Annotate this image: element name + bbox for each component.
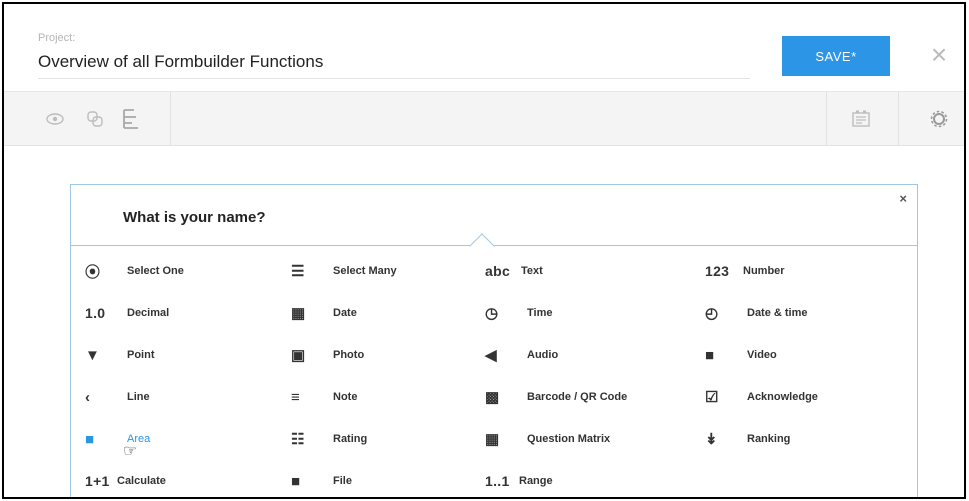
type-rating[interactable]: ☷ Rating xyxy=(291,425,367,453)
type-label: Audio xyxy=(527,349,559,361)
ranking-icon: ↡ xyxy=(705,431,718,448)
type-label: Note xyxy=(333,391,358,403)
calculate-icon: 1+1 xyxy=(85,473,110,489)
map-pin-icon: ▼ xyxy=(85,346,100,364)
toolbar xyxy=(4,92,964,146)
toolbar-divider xyxy=(898,92,899,146)
title-underline xyxy=(38,78,750,79)
type-label: Point xyxy=(127,349,155,361)
type-ranking[interactable]: ↡ Ranking xyxy=(705,425,790,453)
clock-icon: ◷ xyxy=(485,305,499,322)
type-point[interactable]: ▼ Point xyxy=(85,341,155,369)
file-icon: ■ xyxy=(291,472,301,490)
type-label: Acknowledge xyxy=(747,391,818,403)
type-video[interactable]: ■ Video xyxy=(705,341,777,369)
type-label: Select One xyxy=(127,265,184,277)
toolbar-divider xyxy=(170,92,171,146)
video-camera-icon: ■ xyxy=(705,346,715,364)
pointer-hand-icon: ☞ xyxy=(123,443,138,460)
speaker-icon: ◀ xyxy=(485,347,497,364)
type-question-matrix[interactable]: ▦ Question Matrix xyxy=(485,425,610,453)
copy-icon[interactable] xyxy=(82,106,108,132)
type-select-one[interactable]: ⦿ Select One xyxy=(85,257,184,285)
type-range[interactable]: 1..1 Range xyxy=(485,467,553,495)
project-title-input[interactable]: Overview of all Formbuilder Functions xyxy=(38,52,323,72)
type-label: Range xyxy=(519,475,553,487)
qr-code-icon: ▩ xyxy=(485,389,500,406)
text-icon: abc xyxy=(485,263,511,279)
type-label: Decimal xyxy=(127,307,170,319)
type-date[interactable]: ▦ Date xyxy=(291,299,357,327)
type-label: Question Matrix xyxy=(527,433,611,445)
type-label: Select Many xyxy=(333,265,397,277)
header: Project: Overview of all Formbuilder Fun… xyxy=(4,4,964,92)
type-text[interactable]: abc Text xyxy=(485,257,543,285)
note-lines-icon: ≡ xyxy=(291,388,300,406)
type-time[interactable]: ◷ Time xyxy=(485,299,552,327)
question-card: × What is your name? ⦿ Select One ☰ Sele… xyxy=(70,184,918,497)
type-photo[interactable]: ▣ Photo xyxy=(291,341,364,369)
rating-grid-icon: ☷ xyxy=(291,431,305,448)
type-audio[interactable]: ◀ Audio xyxy=(485,341,558,369)
toolbar-divider xyxy=(826,92,827,146)
photo-icon: ▣ xyxy=(291,347,306,364)
save-button[interactable]: SAVE* xyxy=(782,36,890,76)
card-close-icon[interactable]: × xyxy=(899,191,907,206)
type-acknowledge[interactable]: ☑ Acknowledge xyxy=(705,383,818,411)
type-label: Time xyxy=(527,307,553,319)
question-title[interactable]: What is your name? xyxy=(123,209,266,226)
number-icon: 123 xyxy=(705,263,730,279)
type-line[interactable]: ‹ Line xyxy=(85,383,150,411)
range-icon: 1..1 xyxy=(485,473,510,489)
translate-icon[interactable] xyxy=(848,106,874,132)
settings-icon[interactable] xyxy=(926,106,952,132)
type-label: Number xyxy=(743,265,785,277)
type-decimal[interactable]: 1.0 Decimal xyxy=(85,299,169,327)
type-label: Date & time xyxy=(747,307,808,319)
type-label: File xyxy=(333,475,352,487)
type-label: Rating xyxy=(333,433,368,445)
type-label: Photo xyxy=(333,349,365,361)
decimal-icon: 1.0 xyxy=(85,305,106,321)
form-builder-window: Project: Overview of all Formbuilder Fun… xyxy=(2,2,966,499)
type-label: Date xyxy=(333,307,357,319)
type-date-time[interactable]: ◴ Date & time xyxy=(705,299,808,327)
type-label: Line xyxy=(127,391,150,403)
type-file[interactable]: ■ File xyxy=(291,467,352,495)
project-label: Project: xyxy=(38,32,76,44)
card-notch xyxy=(469,233,495,259)
type-number[interactable]: 123 Number xyxy=(705,257,785,285)
datetime-icon: ◴ xyxy=(705,305,719,322)
logic-icon[interactable] xyxy=(118,106,144,132)
type-calculate[interactable]: 1+1 Calculate xyxy=(85,467,166,495)
type-label: Text xyxy=(521,265,543,277)
type-label: Ranking xyxy=(747,433,791,445)
type-note[interactable]: ≡ Note xyxy=(291,383,357,411)
radio-icon: ⦿ xyxy=(85,263,101,281)
type-label: Barcode / QR Code xyxy=(527,391,628,403)
share-line-icon: ‹ xyxy=(85,388,90,406)
type-label: Video xyxy=(747,349,777,361)
type-barcode[interactable]: ▩ Barcode / QR Code xyxy=(485,383,627,411)
area-icon: ■ xyxy=(85,430,95,448)
type-label: Calculate xyxy=(117,475,166,487)
matrix-icon: ▦ xyxy=(485,431,500,448)
type-area[interactable]: ■ Area xyxy=(85,425,150,453)
type-select-many[interactable]: ☰ Select Many xyxy=(291,257,397,285)
checkbox-icon: ☑ xyxy=(705,389,719,406)
calendar-icon: ▦ xyxy=(291,305,306,322)
close-icon[interactable]: × xyxy=(922,38,956,72)
list-icon: ☰ xyxy=(291,263,305,280)
eye-icon[interactable] xyxy=(42,106,68,132)
